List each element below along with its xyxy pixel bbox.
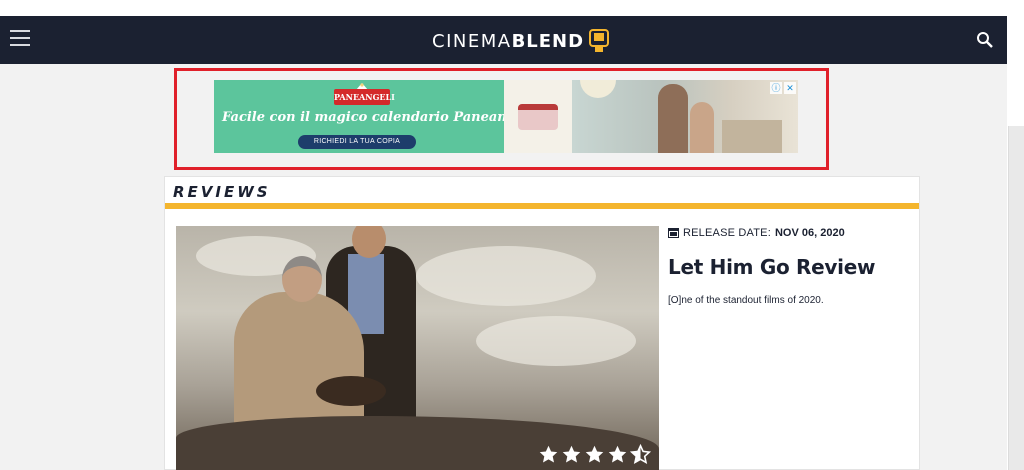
hamburger-menu-icon[interactable]: [10, 30, 30, 50]
popcorn-logo-icon: [589, 29, 610, 52]
reviews-section: REVIEWS RELEASE DATE: NOV 06, 2020 Let H…: [164, 176, 920, 470]
release-date-label: RELEASE DATE:: [683, 227, 771, 239]
ad-headline: Facile con il magico calendario Paneange…: [222, 110, 539, 125]
release-date-value: NOV 06, 2020: [774, 227, 845, 239]
cake-image: [518, 104, 558, 130]
star-full-icon: [585, 445, 604, 463]
review-title[interactable]: Let Him Go Review: [668, 255, 908, 279]
star-full-icon: [562, 445, 581, 463]
star-full-icon: [608, 445, 627, 463]
site-logo[interactable]: CINEMA BLEND: [432, 28, 610, 54]
ad-info-icon[interactable]: ⓘ: [770, 82, 782, 94]
scrollbar-top: [1007, 16, 1024, 64]
star-rating: [538, 444, 651, 465]
star-half-icon: [630, 444, 651, 465]
side-panel: [1008, 126, 1024, 470]
ad-choices[interactable]: ⓘ ✕: [770, 82, 796, 94]
logo-text-bold: BLEND: [511, 30, 585, 52]
site-header: CINEMA BLEND: [0, 16, 1007, 64]
ad-brand-logo: PANEANGELI: [334, 89, 395, 105]
reviews-heading[interactable]: REVIEWS: [173, 177, 919, 207]
search-icon[interactable]: [975, 30, 995, 50]
advertisement-banner[interactable]: PANEANGELI Facile con il magico calendar…: [214, 80, 798, 153]
ad-close-icon[interactable]: ✕: [784, 82, 796, 94]
review-excerpt: [O]ne of the standout films of 2020.: [668, 295, 824, 306]
top-strip: [0, 0, 1024, 16]
logo-text-light: CINEMA: [432, 30, 512, 52]
star-full-icon: [539, 445, 558, 463]
reviews-header: REVIEWS: [165, 177, 919, 209]
release-date-row: RELEASE DATE: NOV 06, 2020: [668, 227, 908, 239]
review-meta: RELEASE DATE: NOV 06, 2020 Let Him Go Re…: [668, 227, 908, 306]
ad-cta-button[interactable]: RICHIEDI LA TUA COPIA: [298, 135, 416, 149]
ad-product-image: [504, 80, 572, 153]
calendar-icon: [668, 228, 679, 238]
review-thumbnail[interactable]: [176, 226, 659, 470]
ad-highlight-frame: PANEANGELI Facile con il magico calendar…: [174, 68, 829, 170]
